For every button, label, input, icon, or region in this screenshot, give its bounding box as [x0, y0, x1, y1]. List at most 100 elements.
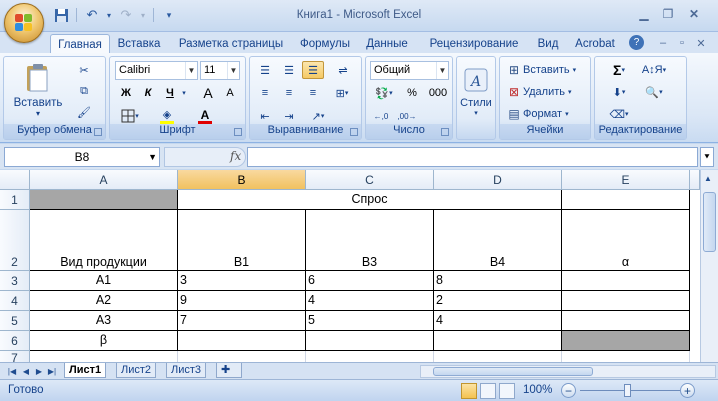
- zoom-out-icon[interactable]: −: [561, 383, 576, 398]
- cell-c3[interactable]: 6: [306, 271, 434, 291]
- cell-d3[interactable]: 8: [434, 271, 562, 291]
- cell-b6[interactable]: [178, 331, 306, 351]
- orientation-icon[interactable]: ↗ ▾: [304, 107, 332, 125]
- thousands-button[interactable]: 000: [426, 84, 450, 102]
- cell-a7[interactable]: [30, 351, 178, 362]
- cell-c2[interactable]: В3: [306, 210, 434, 271]
- grow-font-button[interactable]: A: [198, 84, 218, 102]
- undo-dropdown-icon[interactable]: ▾: [105, 7, 113, 23]
- number-launcher-icon[interactable]: [441, 128, 449, 136]
- decrease-decimal-icon[interactable]: ,00→: [396, 107, 418, 125]
- font-size-select[interactable]: 11 ▼: [200, 61, 240, 80]
- copy-icon[interactable]: ⧉: [74, 82, 94, 100]
- redo-dropdown-icon[interactable]: ▾: [139, 7, 147, 23]
- styles-button[interactable]: A Стили ▾: [459, 61, 493, 123]
- align-center-icon[interactable]: ≡: [278, 84, 300, 102]
- font-color-icon[interactable]: A: [190, 107, 220, 125]
- column-header-a[interactable]: A: [30, 170, 178, 190]
- cell-e4[interactable]: [562, 291, 690, 311]
- align-left-icon[interactable]: ≡: [254, 84, 276, 102]
- cell-b3[interactable]: 3: [178, 271, 306, 291]
- zoom-level[interactable]: 100%: [523, 384, 552, 396]
- row-header-1[interactable]: 1: [0, 190, 30, 210]
- formula-input[interactable]: [247, 147, 698, 167]
- redo-icon[interactable]: ↷: [117, 7, 135, 23]
- align-right-icon[interactable]: ≡: [302, 84, 324, 102]
- tab-acrobat[interactable]: Acrobat: [570, 35, 620, 53]
- normal-view-icon[interactable]: [461, 383, 477, 399]
- format-cells-button[interactable]: ▤ Формат ▾: [504, 105, 590, 123]
- bold-button[interactable]: Ж: [116, 84, 136, 102]
- clipboard-launcher-icon[interactable]: [94, 128, 102, 136]
- name-box[interactable]: B8 ▼: [4, 147, 160, 167]
- cell-d5[interactable]: 4: [434, 311, 562, 331]
- workbook-close-icon[interactable]: ✕: [694, 36, 708, 50]
- tab-page-layout[interactable]: Разметка страницы: [172, 35, 290, 53]
- increase-indent-icon[interactable]: ⇥: [278, 107, 300, 125]
- restore-icon[interactable]: ❐: [657, 5, 679, 22]
- workbook-restore-icon[interactable]: ▫: [675, 36, 689, 50]
- clear-icon[interactable]: ⌫ ▾: [605, 105, 633, 123]
- currency-icon[interactable]: 💱 ▾: [370, 84, 398, 102]
- italic-button[interactable]: К: [138, 84, 158, 102]
- column-header-e[interactable]: E: [562, 170, 690, 190]
- tab-review[interactable]: Рецензирование: [422, 35, 526, 53]
- vertical-scrollbar[interactable]: ▲: [700, 170, 718, 362]
- number-format-select[interactable]: Общий ▼: [370, 61, 449, 80]
- underline-dropdown-icon[interactable]: ▾: [180, 84, 188, 102]
- zoom-in-icon[interactable]: +: [680, 383, 695, 398]
- borders-icon[interactable]: ▾: [116, 107, 144, 125]
- column-header-f[interactable]: [690, 170, 700, 190]
- font-name-select[interactable]: Calibri ▼: [115, 61, 198, 80]
- cell-e5[interactable]: [562, 311, 690, 331]
- cell-c7[interactable]: [306, 351, 434, 362]
- prev-sheet-icon[interactable]: ◀: [20, 365, 32, 377]
- spreadsheet-grid[interactable]: A B C D E 1 2 3 4 5 6 7 Спрос Вид продук…: [0, 170, 718, 362]
- align-middle-icon[interactable]: ☰: [278, 61, 300, 79]
- scroll-up-icon[interactable]: ▲: [704, 174, 712, 183]
- sheet-tab-2[interactable]: Лист2: [116, 363, 157, 378]
- minimize-icon[interactable]: ▁: [633, 5, 655, 22]
- select-all-corner[interactable]: [0, 170, 30, 190]
- fill-color-icon[interactable]: ◈: [152, 107, 182, 125]
- undo-icon[interactable]: ↶: [83, 7, 101, 23]
- first-sheet-icon[interactable]: |◀: [6, 365, 18, 377]
- cell-b7[interactable]: [178, 351, 306, 362]
- vertical-scroll-thumb[interactable]: [703, 192, 716, 252]
- autosum-button[interactable]: Σ ▾: [605, 61, 633, 79]
- merge-center-icon[interactable]: ⊞ ▾: [328, 84, 356, 102]
- decrease-indent-icon[interactable]: ⇤: [254, 107, 276, 125]
- increase-decimal-icon[interactable]: ←,0: [370, 107, 392, 125]
- cell-b4[interactable]: 9: [178, 291, 306, 311]
- close-icon[interactable]: ✕: [683, 5, 705, 22]
- format-painter-icon[interactable]: 🖌: [74, 103, 94, 121]
- horizontal-scroll-thumb[interactable]: [433, 367, 593, 376]
- column-header-c[interactable]: C: [306, 170, 434, 190]
- zoom-slider-thumb[interactable]: [624, 384, 631, 397]
- row-header-2[interactable]: 2: [0, 210, 30, 271]
- row-header-6[interactable]: 6: [0, 331, 30, 351]
- help-icon[interactable]: ?: [629, 35, 644, 50]
- tab-insert[interactable]: Вставка: [113, 35, 165, 53]
- cell-d4[interactable]: 2: [434, 291, 562, 311]
- tab-view[interactable]: Вид: [533, 35, 563, 53]
- cell-c5[interactable]: 5: [306, 311, 434, 331]
- office-button[interactable]: [4, 3, 44, 43]
- sheet-tab-3[interactable]: Лист3: [166, 363, 207, 378]
- font-launcher-icon[interactable]: [234, 128, 242, 136]
- insert-function-icon[interactable]: fx: [230, 149, 241, 163]
- row-header-4[interactable]: 4: [0, 291, 30, 311]
- align-top-icon[interactable]: ☰: [254, 61, 276, 79]
- cell-d2[interactable]: В4: [434, 210, 562, 271]
- page-break-view-icon[interactable]: [499, 383, 515, 399]
- underline-button[interactable]: Ч: [160, 84, 180, 102]
- page-layout-view-icon[interactable]: [480, 383, 496, 399]
- next-sheet-icon[interactable]: ▶: [33, 365, 45, 377]
- horizontal-scrollbar[interactable]: [420, 365, 716, 378]
- wrap-text-icon[interactable]: ⇌: [332, 61, 354, 79]
- cell-a2[interactable]: Вид продукции: [30, 210, 178, 271]
- cell-e1[interactable]: [562, 190, 690, 210]
- shrink-font-button[interactable]: A: [220, 84, 240, 102]
- cell-e6[interactable]: [562, 331, 690, 351]
- row-header-5[interactable]: 5: [0, 311, 30, 331]
